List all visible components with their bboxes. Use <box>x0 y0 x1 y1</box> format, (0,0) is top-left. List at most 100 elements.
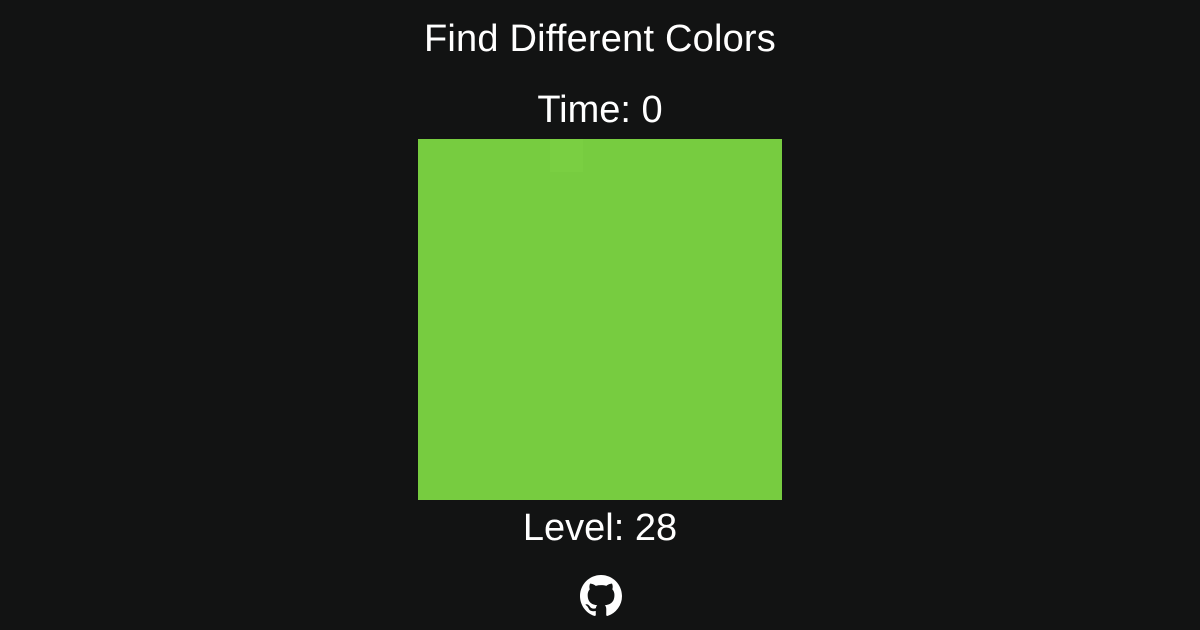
color-tile[interactable] <box>583 434 617 468</box>
color-tile[interactable] <box>418 139 452 172</box>
color-tile[interactable] <box>484 434 518 468</box>
color-tile[interactable] <box>649 467 683 500</box>
color-tile[interactable] <box>451 139 485 172</box>
color-tile[interactable] <box>583 335 617 369</box>
color-tile[interactable] <box>715 303 749 336</box>
color-tile[interactable] <box>715 171 749 205</box>
color-tile[interactable] <box>583 467 617 500</box>
color-tile[interactable] <box>616 335 650 369</box>
color-tile[interactable] <box>682 139 716 172</box>
color-tile[interactable] <box>484 401 518 435</box>
color-tile[interactable] <box>550 467 584 500</box>
color-tile[interactable] <box>583 139 617 172</box>
color-tile[interactable] <box>451 335 485 369</box>
color-tile[interactable] <box>484 204 518 238</box>
color-tile[interactable] <box>484 467 518 500</box>
color-tile[interactable] <box>550 237 584 271</box>
color-tile[interactable] <box>517 171 551 205</box>
color-tile[interactable] <box>748 434 782 468</box>
color-tile[interactable] <box>748 237 782 271</box>
color-tile[interactable] <box>682 335 716 369</box>
color-tile[interactable] <box>517 434 551 468</box>
color-tile[interactable] <box>682 368 716 402</box>
color-tile[interactable] <box>484 303 518 336</box>
color-tile[interactable] <box>517 270 551 304</box>
color-tile[interactable] <box>484 171 518 205</box>
color-tile[interactable] <box>649 237 683 271</box>
color-tile[interactable] <box>517 335 551 369</box>
color-tile[interactable] <box>583 204 617 238</box>
color-tile[interactable] <box>748 139 782 172</box>
color-tile[interactable] <box>418 270 452 304</box>
color-tile[interactable] <box>682 270 716 304</box>
color-tile[interactable] <box>682 303 716 336</box>
color-tile[interactable] <box>649 401 683 435</box>
color-tile[interactable] <box>682 467 716 500</box>
github-link[interactable] <box>580 575 622 617</box>
color-tile[interactable] <box>748 401 782 435</box>
color-tile[interactable] <box>748 467 782 500</box>
color-tile[interactable] <box>517 139 551 172</box>
color-tile[interactable] <box>649 434 683 468</box>
color-tile[interactable] <box>418 303 452 336</box>
color-tile[interactable] <box>418 171 452 205</box>
color-tile[interactable] <box>616 270 650 304</box>
color-tile[interactable] <box>418 204 452 238</box>
color-tile[interactable] <box>583 303 617 336</box>
color-tile[interactable] <box>715 467 749 500</box>
color-tile[interactable] <box>550 270 584 304</box>
odd-color-tile[interactable] <box>550 139 584 172</box>
color-tile[interactable] <box>517 401 551 435</box>
color-tile[interactable] <box>649 204 683 238</box>
color-tile[interactable] <box>748 335 782 369</box>
color-tile[interactable] <box>649 368 683 402</box>
color-tile[interactable] <box>616 139 650 172</box>
color-tile[interactable] <box>682 434 716 468</box>
color-tile[interactable] <box>550 335 584 369</box>
color-tile[interactable] <box>451 434 485 468</box>
color-tile[interactable] <box>550 204 584 238</box>
color-tile[interactable] <box>649 139 683 172</box>
color-tile[interactable] <box>517 303 551 336</box>
color-tile[interactable] <box>649 303 683 336</box>
color-tile[interactable] <box>583 171 617 205</box>
color-tile[interactable] <box>418 368 452 402</box>
color-tile[interactable] <box>649 171 683 205</box>
color-tile[interactable] <box>550 368 584 402</box>
color-tile[interactable] <box>484 270 518 304</box>
color-tile[interactable] <box>616 401 650 435</box>
color-tile[interactable] <box>451 237 485 271</box>
color-tile[interactable] <box>451 467 485 500</box>
color-tile[interactable] <box>649 335 683 369</box>
color-tile[interactable] <box>484 368 518 402</box>
color-tile[interactable] <box>649 270 683 304</box>
color-tile[interactable] <box>616 368 650 402</box>
color-tile[interactable] <box>616 204 650 238</box>
color-tile[interactable] <box>616 467 650 500</box>
color-tile[interactable] <box>451 401 485 435</box>
color-tile[interactable] <box>451 171 485 205</box>
color-tile[interactable] <box>616 303 650 336</box>
color-tile[interactable] <box>715 139 749 172</box>
color-tile[interactable] <box>682 171 716 205</box>
color-tile[interactable] <box>418 467 452 500</box>
color-tile[interactable] <box>550 303 584 336</box>
color-tile[interactable] <box>451 368 485 402</box>
color-tile[interactable] <box>583 368 617 402</box>
color-tile[interactable] <box>748 171 782 205</box>
color-tile[interactable] <box>484 335 518 369</box>
color-tile[interactable] <box>748 303 782 336</box>
color-tile[interactable] <box>451 270 485 304</box>
color-tile[interactable] <box>715 368 749 402</box>
color-tile[interactable] <box>550 171 584 205</box>
color-tile[interactable] <box>517 368 551 402</box>
color-tile[interactable] <box>583 237 617 271</box>
color-tile[interactable] <box>418 335 452 369</box>
color-tile[interactable] <box>418 401 452 435</box>
color-tile[interactable] <box>682 237 716 271</box>
color-tile[interactable] <box>517 204 551 238</box>
color-tile[interactable] <box>484 237 518 271</box>
color-tile[interactable] <box>583 401 617 435</box>
color-tile[interactable] <box>682 204 716 238</box>
color-tile[interactable] <box>517 467 551 500</box>
